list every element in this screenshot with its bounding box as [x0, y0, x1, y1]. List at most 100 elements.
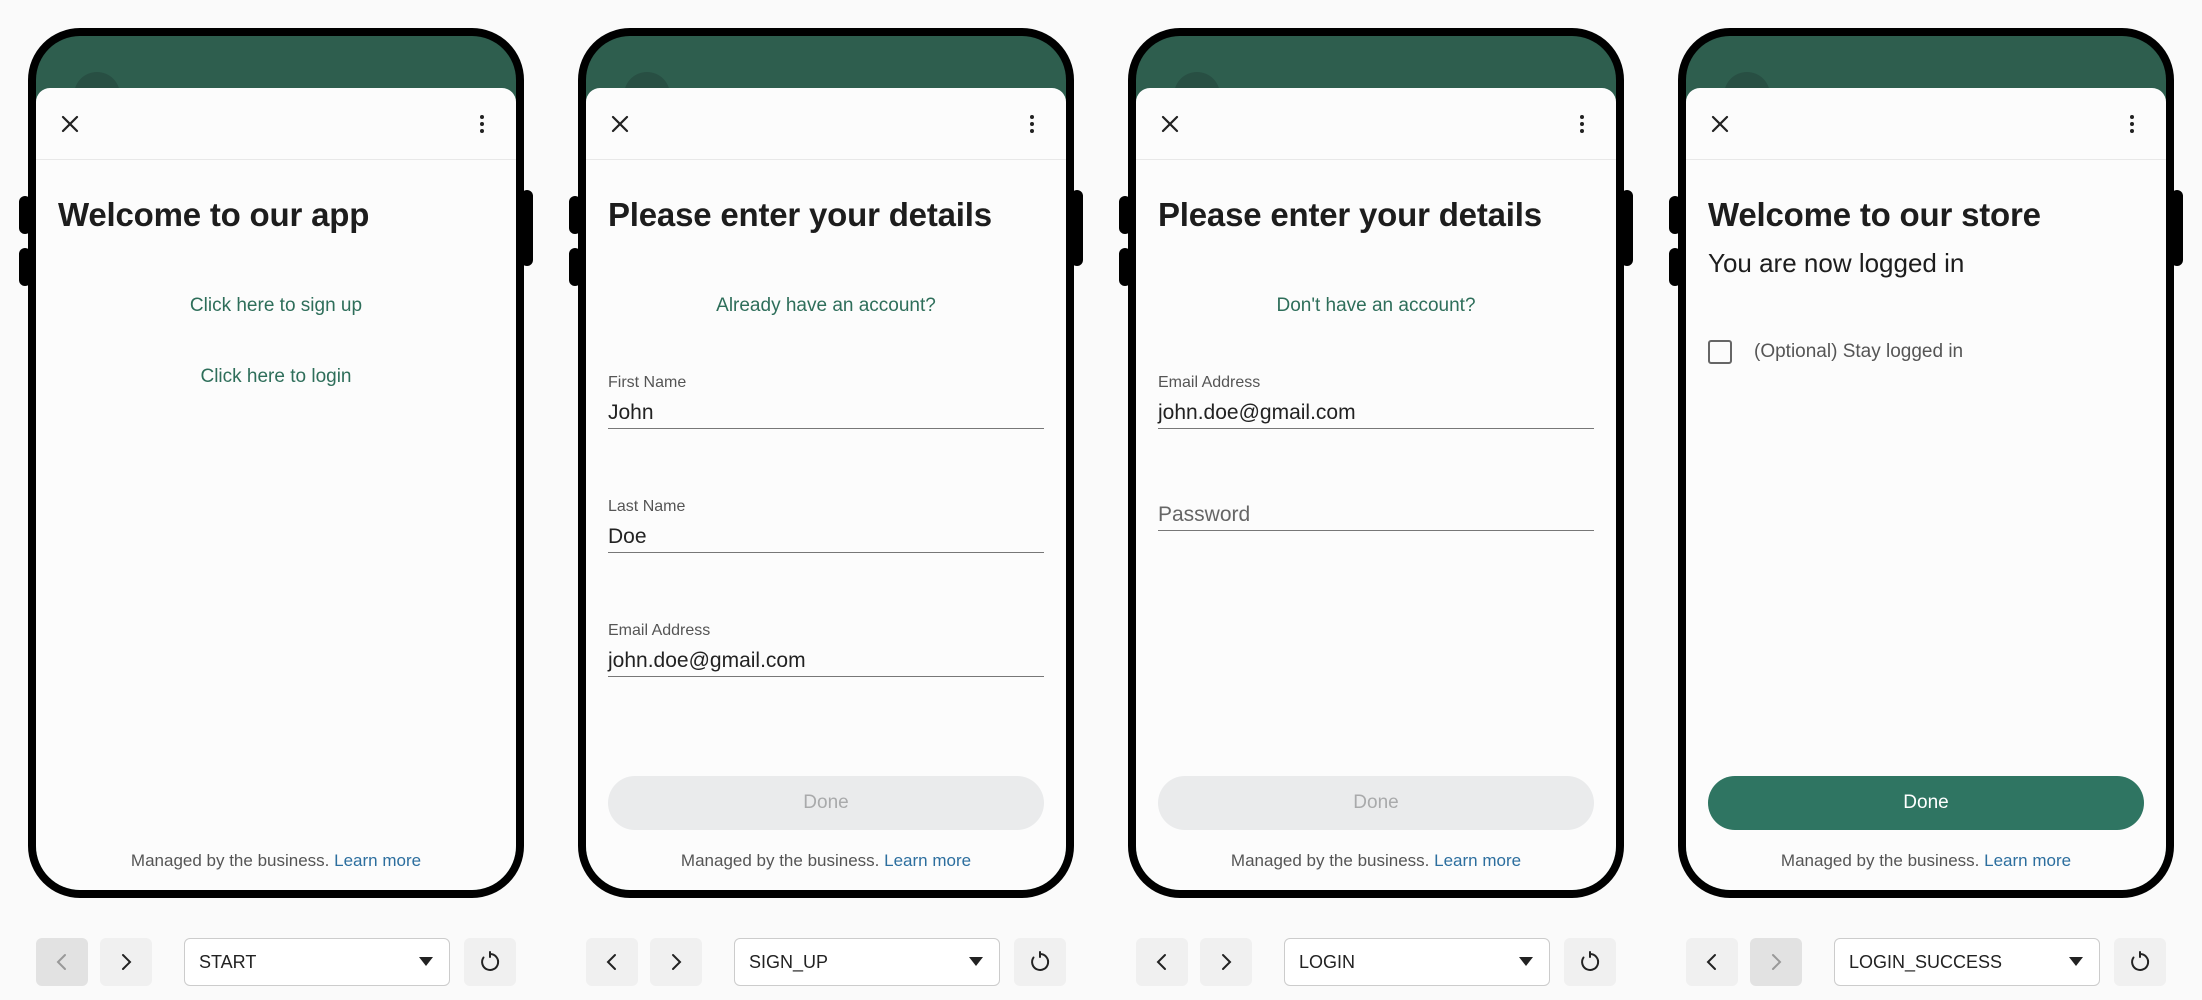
stay-logged-in-row[interactable]: (Optional) Stay logged in [1708, 340, 1963, 364]
forward-button[interactable] [1750, 938, 1802, 986]
controls-login: LOGIN [1136, 938, 1616, 988]
caret-down-icon [969, 957, 983, 966]
learn-more-link[interactable]: Learn more [884, 851, 971, 870]
done-button[interactable]: Done [608, 776, 1044, 830]
stay-logged-in-checkbox[interactable] [1708, 340, 1732, 364]
back-button[interactable] [586, 938, 638, 986]
phone-screen: Welcome to our store You are now logged … [1686, 36, 2166, 890]
forward-button[interactable] [100, 938, 152, 986]
reset-button[interactable] [2114, 938, 2166, 986]
close-icon[interactable] [608, 112, 632, 136]
no-account-link[interactable]: Don't have an account? [1136, 295, 1616, 317]
volume-down-button [569, 248, 581, 286]
learn-more-link[interactable]: Learn more [1434, 851, 1521, 870]
footer-text: Managed by the business. [1780, 851, 1980, 870]
checkbox-label: (Optional) Stay logged in [1754, 341, 1964, 362]
volume-down-button [1119, 248, 1131, 286]
bottom-sheet: Welcome to our store You are now logged … [1686, 88, 2166, 890]
state-select[interactable]: LOGIN [1284, 938, 1550, 986]
login-link[interactable]: Click here to login [36, 366, 516, 388]
footer: Managed by the business. Learn more [586, 851, 1066, 871]
more-vert-icon[interactable] [1570, 112, 1594, 136]
chevron-left-icon [1156, 954, 1166, 970]
chevron-left-icon [606, 954, 616, 970]
field-label: Last Name [608, 498, 686, 515]
password-field[interactable]: Password [1158, 500, 1594, 531]
footer: Managed by the business. Learn more [1136, 851, 1616, 871]
field-value[interactable]: Doe [608, 522, 1044, 552]
page-title: Please enter your details [1158, 196, 1542, 233]
volume-up-button [19, 196, 31, 234]
refresh-icon [481, 951, 500, 971]
footer: Managed by the business. Learn more [36, 851, 516, 871]
close-icon[interactable] [1708, 112, 1732, 136]
sheet-topbar [1686, 88, 2166, 160]
bottom-sheet: Please enter your details Already have a… [586, 88, 1066, 890]
selected-state: SIGN_UP [749, 951, 829, 972]
state-select[interactable]: LOGIN_SUCCESS [1834, 938, 2100, 986]
refresh-icon [1581, 951, 1600, 971]
power-button [1071, 190, 1083, 266]
page-subtitle: You are now logged in [1708, 248, 1965, 278]
volume-down-button [19, 248, 31, 286]
state-select[interactable]: SIGN_UP [734, 938, 1000, 986]
reset-button[interactable] [464, 938, 516, 986]
password-placeholder[interactable]: Password [1158, 500, 1594, 530]
bottom-sheet: Welcome to our app Click here to sign up… [36, 88, 516, 890]
last-name-field[interactable]: Last Name Doe [608, 498, 1044, 553]
volume-down-button [1669, 248, 1681, 286]
selected-state: LOGIN_SUCCESS [1849, 951, 2003, 972]
have-account-link[interactable]: Already have an account? [586, 295, 1066, 317]
sheet-topbar [586, 88, 1066, 160]
state-select[interactable]: START [184, 938, 450, 986]
refresh-icon [1031, 951, 1050, 971]
volume-up-button [569, 196, 581, 234]
back-button[interactable] [1136, 938, 1188, 986]
reset-button[interactable] [1564, 938, 1616, 986]
chevron-left-icon [1706, 954, 1716, 970]
email-field[interactable]: Email Address john.doe@gmail.com [1158, 374, 1594, 429]
refresh-icon [2131, 951, 2150, 971]
more-vert-icon[interactable] [1020, 112, 1044, 136]
forward-button[interactable] [650, 938, 702, 986]
chevron-left-icon [56, 954, 66, 970]
done-button[interactable]: Done [1158, 776, 1594, 830]
close-icon[interactable] [1158, 112, 1182, 136]
field-value[interactable]: john.doe@gmail.com [1158, 398, 1594, 428]
email-field[interactable]: Email Address john.doe@gmail.com [608, 622, 1044, 677]
selected-state: START [199, 951, 257, 972]
volume-up-button [1669, 196, 1681, 234]
done-button[interactable]: Done [1708, 776, 2144, 830]
page-title: Please enter your details [608, 196, 992, 233]
back-button[interactable] [1686, 938, 1738, 986]
power-button [2171, 190, 2183, 266]
caret-down-icon [419, 957, 433, 966]
footer-text: Managed by the business. [130, 851, 330, 870]
sheet-topbar [36, 88, 516, 160]
selected-state: LOGIN [1299, 951, 1356, 972]
controls-sign-up: SIGN_UP [586, 938, 1066, 988]
reset-button[interactable] [1014, 938, 1066, 986]
power-button [521, 190, 533, 266]
field-value[interactable]: John [608, 398, 1044, 428]
close-icon[interactable] [58, 112, 82, 136]
field-label: Email Address [608, 622, 711, 639]
caret-down-icon [2069, 957, 2083, 966]
learn-more-link[interactable]: Learn more [334, 851, 421, 870]
field-value[interactable]: john.doe@gmail.com [608, 646, 1044, 676]
controls-login-success: LOGIN_SUCCESS [1686, 938, 2166, 988]
learn-more-link[interactable]: Learn more [1984, 851, 2071, 870]
back-button[interactable] [36, 938, 88, 986]
footer-text: Managed by the business. [680, 851, 880, 870]
sign-up-link[interactable]: Click here to sign up [36, 295, 516, 317]
footer-text: Managed by the business. [1230, 851, 1430, 870]
chevron-right-icon [122, 954, 132, 970]
more-vert-icon[interactable] [2120, 112, 2144, 136]
sheet-topbar [1136, 88, 1616, 160]
forward-button[interactable] [1200, 938, 1252, 986]
first-name-field[interactable]: First Name John [608, 374, 1044, 429]
phone-screen: Please enter your details Already have a… [586, 36, 1066, 890]
field-label: First Name [608, 374, 687, 391]
caret-down-icon [1519, 957, 1533, 966]
more-vert-icon[interactable] [470, 112, 494, 136]
